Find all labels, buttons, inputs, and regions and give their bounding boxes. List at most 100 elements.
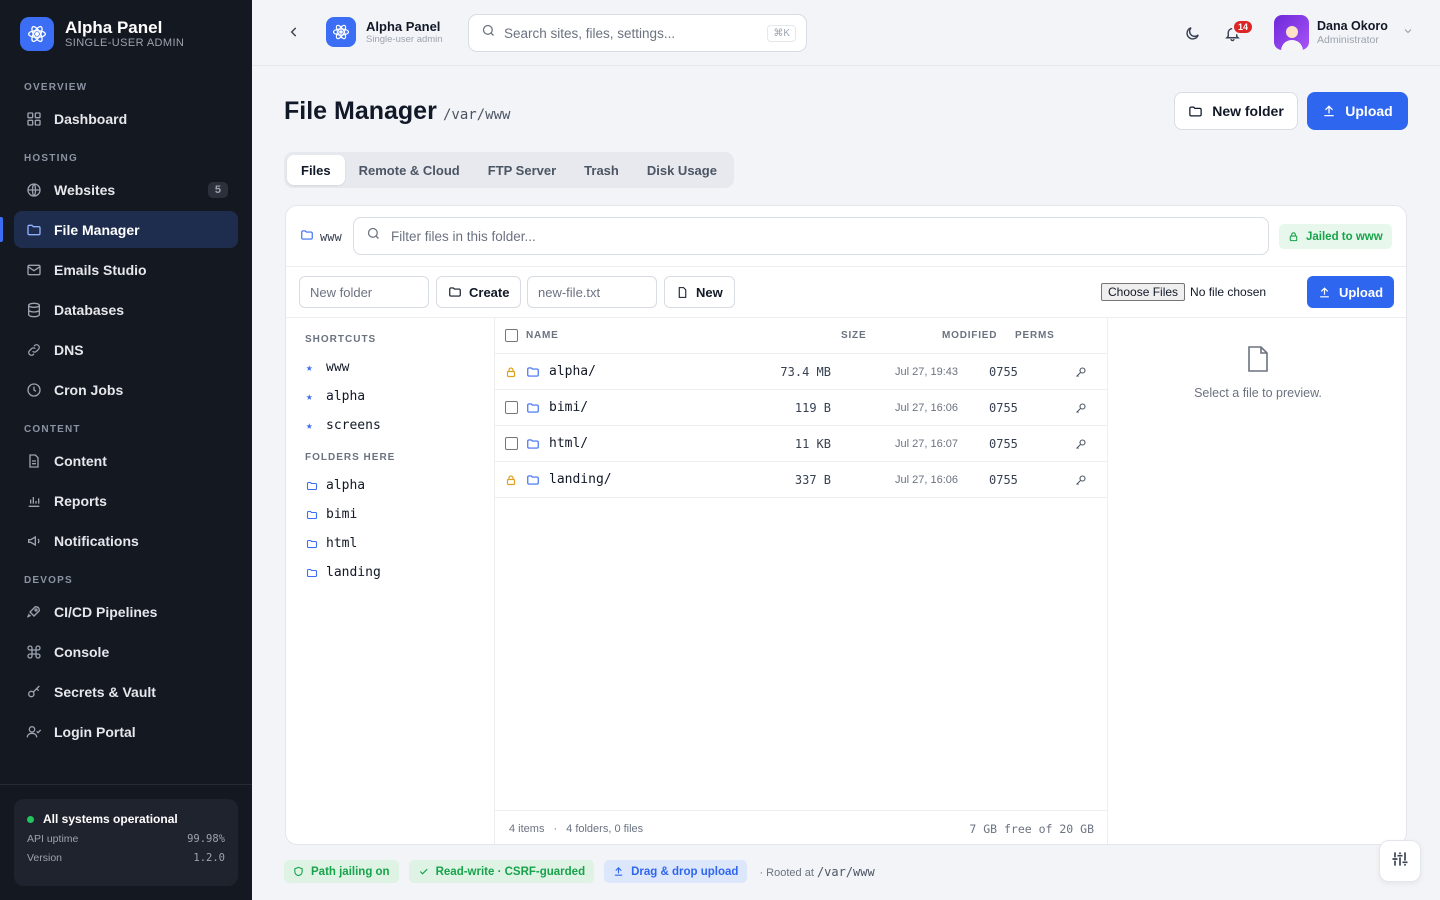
nav-section-overview: OVERVIEW bbox=[24, 81, 88, 93]
mail-icon bbox=[24, 260, 44, 280]
folder-item[interactable]: landing bbox=[286, 558, 494, 587]
permissions-key-icon[interactable] bbox=[1075, 474, 1087, 486]
table-row[interactable]: landing/337 B Jul 27, 16:06 0755 bbox=[495, 462, 1107, 498]
global-search[interactable]: Search sites, files, settings... ⌘K bbox=[468, 14, 807, 52]
breadcrumb-current: www bbox=[320, 229, 342, 244]
new-folder-input[interactable]: New folder bbox=[299, 276, 429, 308]
folder-item[interactable]: html bbox=[286, 529, 494, 558]
column-modified[interactable]: MODIFIED bbox=[942, 330, 997, 341]
nav-section-devops: DEVOPS bbox=[24, 574, 73, 586]
column-size[interactable]: SIZE bbox=[841, 330, 866, 341]
create-file-button[interactable]: New bbox=[664, 276, 735, 308]
dashboard-grid-icon bbox=[24, 109, 44, 129]
chip-drag-drop: Drag & drop upload bbox=[604, 860, 748, 883]
topbar-subtitle: Single-user admin bbox=[366, 33, 443, 45]
moon-icon[interactable] bbox=[1182, 23, 1202, 43]
choose-files-button[interactable]: Choose Files bbox=[1101, 283, 1186, 301]
bell-icon[interactable]: 14 bbox=[1222, 19, 1255, 43]
chevron-down-icon bbox=[1402, 24, 1414, 42]
shortcut-item[interactable]: ★ screens bbox=[286, 411, 494, 440]
column-perms[interactable]: PERMS bbox=[1015, 330, 1055, 341]
sidebar-item-console[interactable]: Console bbox=[14, 633, 238, 670]
file-list-header: NAME SIZE MODIFIED PERMS bbox=[495, 318, 1107, 354]
uptime-value: 99.98% bbox=[187, 833, 225, 845]
permissions-key-icon[interactable] bbox=[1075, 438, 1087, 450]
row-checkbox[interactable] bbox=[505, 437, 518, 450]
search-input[interactable]: Search sites, files, settings... bbox=[504, 26, 767, 41]
folder-icon bbox=[526, 437, 540, 451]
filter-input[interactable]: Filter files in this folder... bbox=[391, 229, 536, 244]
shield-icon bbox=[293, 866, 304, 877]
breadcrumb[interactable]: www bbox=[300, 228, 342, 245]
folder-icon bbox=[526, 473, 540, 487]
upload-button[interactable]: Upload bbox=[1307, 92, 1408, 130]
upload-icon bbox=[613, 866, 624, 877]
shortcut-item[interactable]: ★ alpha bbox=[286, 382, 494, 411]
adjustments-button[interactable] bbox=[1379, 840, 1421, 882]
sidebar-item-dns[interactable]: DNS bbox=[14, 331, 238, 368]
topbar-brand[interactable]: Alpha Panel Single-user admin bbox=[326, 17, 443, 47]
file-name[interactable]: html/ bbox=[549, 436, 588, 451]
new-file-input[interactable]: new-file.txt bbox=[527, 276, 657, 308]
folder-item[interactable]: bimi bbox=[286, 500, 494, 529]
table-row[interactable]: alpha/73.4 MB Jul 27, 19:43 0755 bbox=[495, 354, 1107, 390]
user-menu[interactable]: Dana Okoro Administrator bbox=[1274, 15, 1414, 50]
tab-ftp-server[interactable]: FTP Server bbox=[474, 155, 570, 185]
folder-item[interactable]: alpha bbox=[286, 471, 494, 500]
tab-remote-cloud[interactable]: Remote & Cloud bbox=[345, 155, 474, 185]
file-size: 11 KB bbox=[794, 436, 831, 451]
permissions-key-icon[interactable] bbox=[1075, 402, 1087, 414]
user-check-icon bbox=[24, 722, 44, 742]
megaphone-icon bbox=[24, 531, 44, 551]
select-all-checkbox[interactable] bbox=[505, 329, 518, 342]
back-chevron-icon[interactable] bbox=[284, 22, 304, 42]
lock-icon bbox=[505, 366, 517, 378]
folder-icon bbox=[24, 220, 44, 240]
permissions-key-icon[interactable] bbox=[1075, 366, 1087, 378]
column-name[interactable]: NAME bbox=[526, 330, 559, 341]
file-perms: 0755 bbox=[989, 400, 1018, 415]
new-folder-button[interactable]: New folder bbox=[1174, 92, 1298, 130]
tab-trash[interactable]: Trash bbox=[570, 155, 633, 185]
sidebar-item-dashboard[interactable]: Dashboard bbox=[14, 100, 238, 137]
sidebar-item-file-manager[interactable]: File Manager bbox=[0, 211, 238, 248]
sidebar-item-login-portal[interactable]: Login Portal bbox=[14, 713, 238, 750]
filter-field[interactable]: Filter files in this folder... bbox=[353, 217, 1269, 255]
table-row[interactable]: bimi/119 B Jul 27, 16:06 0755 bbox=[495, 390, 1107, 426]
file-perms: 0755 bbox=[989, 436, 1018, 451]
sidebar-item-label: Dashboard bbox=[54, 110, 128, 127]
status-dot bbox=[27, 815, 34, 823]
file-name[interactable]: bimi/ bbox=[549, 400, 588, 415]
sidebar-item-websites[interactable]: Websites 5 bbox=[14, 171, 238, 208]
chip-read-write: Read-write · CSRF-guarded bbox=[408, 860, 595, 883]
tab-disk-usage[interactable]: Disk Usage bbox=[633, 155, 731, 185]
sidebar-item-emails-studio[interactable]: Emails Studio bbox=[14, 251, 238, 288]
sidebar-item-label: Emails Studio bbox=[54, 261, 147, 278]
tab-files[interactable]: Files bbox=[287, 155, 345, 185]
row-checkbox[interactable] bbox=[505, 401, 518, 414]
shortcut-item[interactable]: ★ www bbox=[286, 353, 494, 382]
chip-label: Read-write · CSRF-guarded bbox=[435, 865, 586, 878]
sidebar: Alpha Panel SINGLE-USER ADMIN OVERVIEW D… bbox=[0, 0, 252, 900]
jail-badge: Jailed to www bbox=[1279, 224, 1392, 249]
version-label: Version bbox=[27, 852, 63, 864]
sidebar-item-cicd[interactable]: CI/CD Pipelines bbox=[14, 593, 238, 630]
folder-label: bimi bbox=[326, 507, 358, 522]
file-name[interactable]: alpha/ bbox=[549, 364, 596, 379]
sidebar-item-notifications[interactable]: Notifications bbox=[14, 522, 238, 559]
create-folder-button[interactable]: Create bbox=[436, 276, 522, 308]
table-row[interactable]: html/11 KB Jul 27, 16:07 0755 bbox=[495, 426, 1107, 462]
sidebar-item-content[interactable]: Content bbox=[14, 442, 238, 479]
brand[interactable]: Alpha Panel SINGLE-USER ADMIN bbox=[20, 17, 184, 51]
shortcut-label: screens bbox=[326, 418, 381, 433]
version-value: 1.2.0 bbox=[193, 852, 225, 864]
sidebar-item-databases[interactable]: Databases bbox=[14, 291, 238, 328]
sidebar-item-cron-jobs[interactable]: Cron Jobs bbox=[14, 371, 238, 408]
sidebar-item-reports[interactable]: Reports bbox=[14, 482, 238, 519]
upload-submit-button[interactable]: Upload bbox=[1307, 276, 1394, 308]
file-chooser[interactable]: Choose Files No file chosen bbox=[1101, 283, 1266, 301]
file-name[interactable]: landing/ bbox=[549, 472, 612, 487]
upload-submit-label: Upload bbox=[1338, 284, 1384, 300]
file-perms: 0755 bbox=[989, 472, 1018, 487]
sidebar-item-secrets[interactable]: Secrets & Vault bbox=[14, 673, 238, 710]
